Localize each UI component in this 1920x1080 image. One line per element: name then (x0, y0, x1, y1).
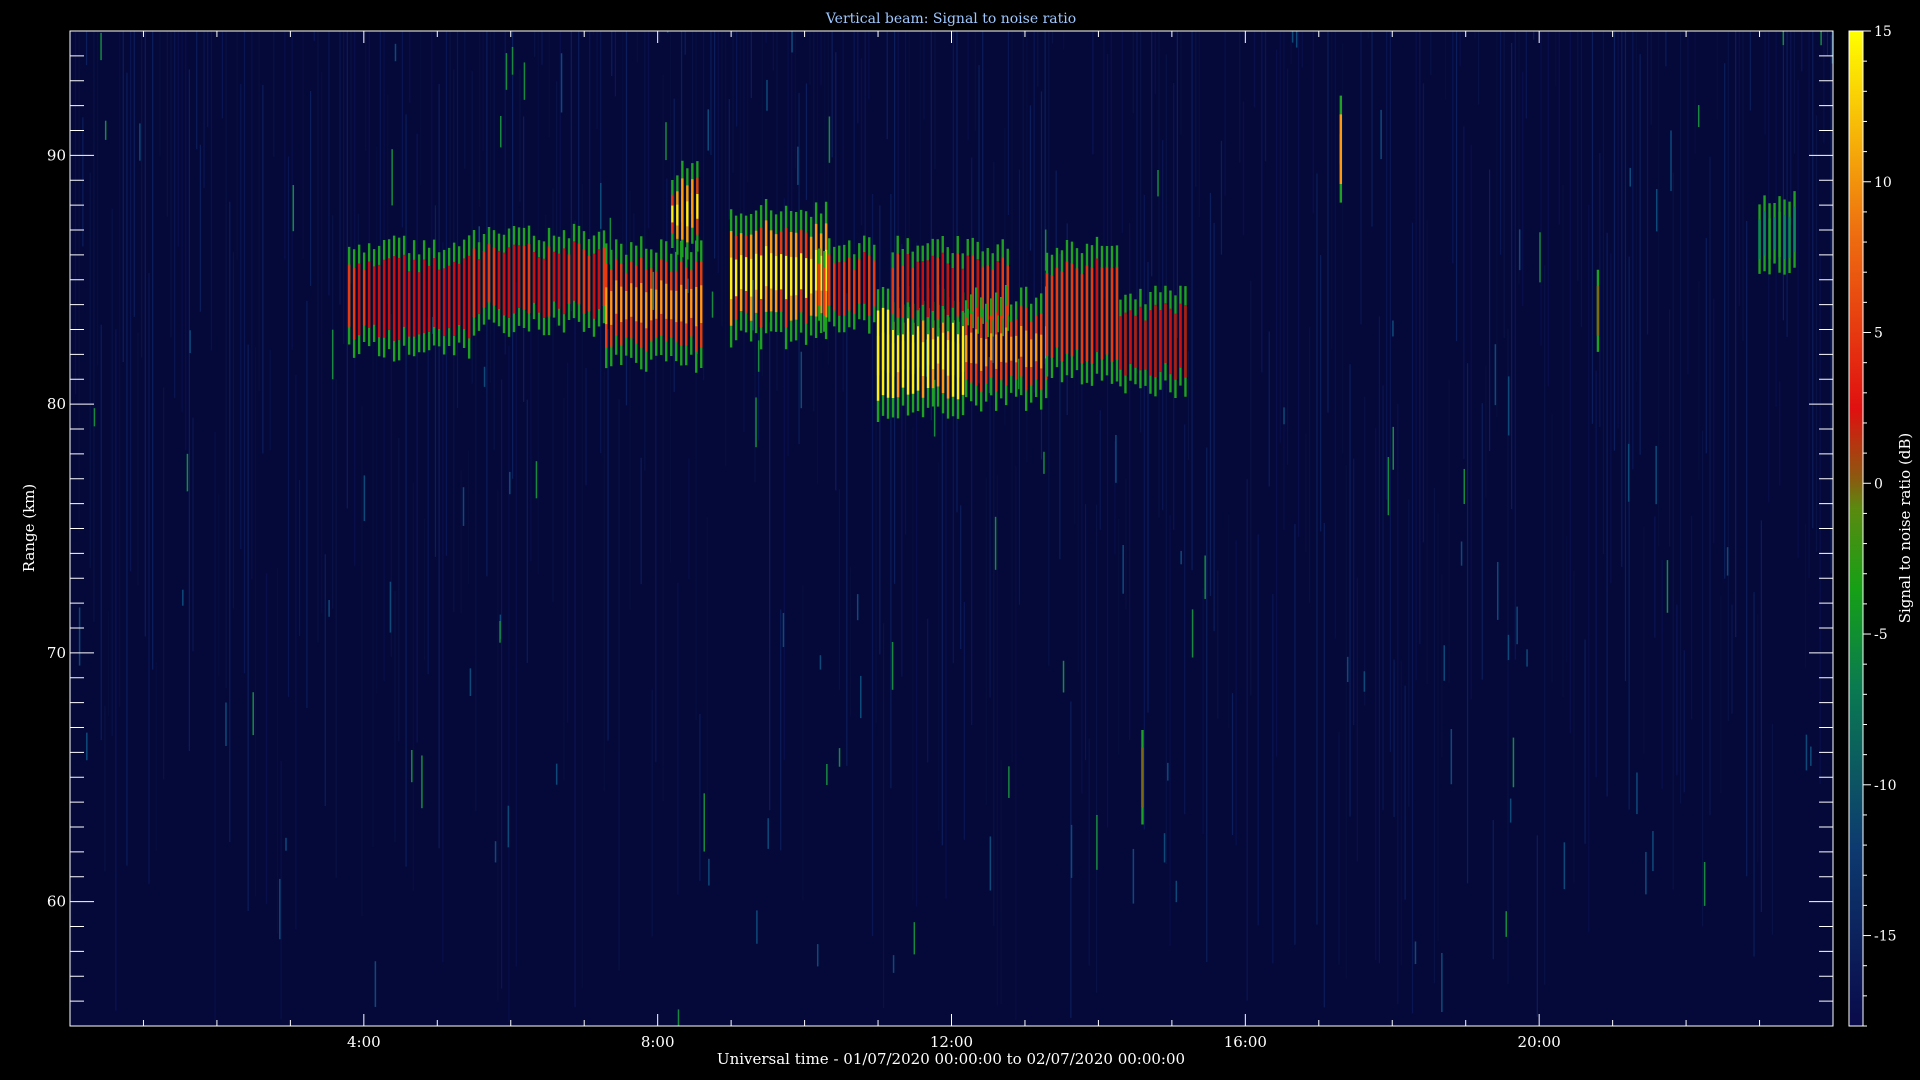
echo-region (1045, 236, 1119, 386)
noise-background (70, 31, 1833, 1026)
x-tick-label: 8:00 (641, 1033, 675, 1051)
x-axis-label: Universal time - 01/07/2020 00:00:00 to … (717, 1050, 1185, 1068)
echo-region (472, 223, 606, 337)
x-tick-label: 16:00 (1224, 1033, 1267, 1051)
x-tick-label: 20:00 (1518, 1033, 1561, 1051)
y-tick-label: 80 (47, 395, 66, 413)
colorbar-tick-label: 15 (1874, 24, 1892, 40)
y-axis-label: Range (km) (20, 484, 38, 573)
colorbar-tick-label: 5 (1874, 326, 1883, 342)
y-tick-label: 60 (47, 893, 66, 911)
colorbar-tick-label: -10 (1874, 778, 1897, 794)
chart-title: Vertical beam: Signal to noise ratio (825, 11, 1076, 27)
heatmap-field (70, 31, 1833, 1026)
y-tick-label: 70 (47, 644, 66, 662)
colorbar-tick-label: -5 (1874, 627, 1888, 643)
x-tick-label: 4:00 (347, 1033, 381, 1051)
colorbar (1848, 30, 1864, 1027)
colorbar-tick-label: -15 (1874, 929, 1897, 945)
y-tick-label: 90 (47, 146, 66, 164)
colorbar-tick-label: 10 (1874, 175, 1892, 191)
snr-heatmap-chart: 4:00 8:00 12:00 16:00 20:00 60 70 80 90 Vertica… (0, 0, 1920, 1080)
colorbar-tick-label: 0 (1874, 476, 1883, 492)
x-tick-label: 12:00 (930, 1033, 973, 1051)
colorbar-label: Signal to noise ratio (dB) (1896, 433, 1914, 624)
